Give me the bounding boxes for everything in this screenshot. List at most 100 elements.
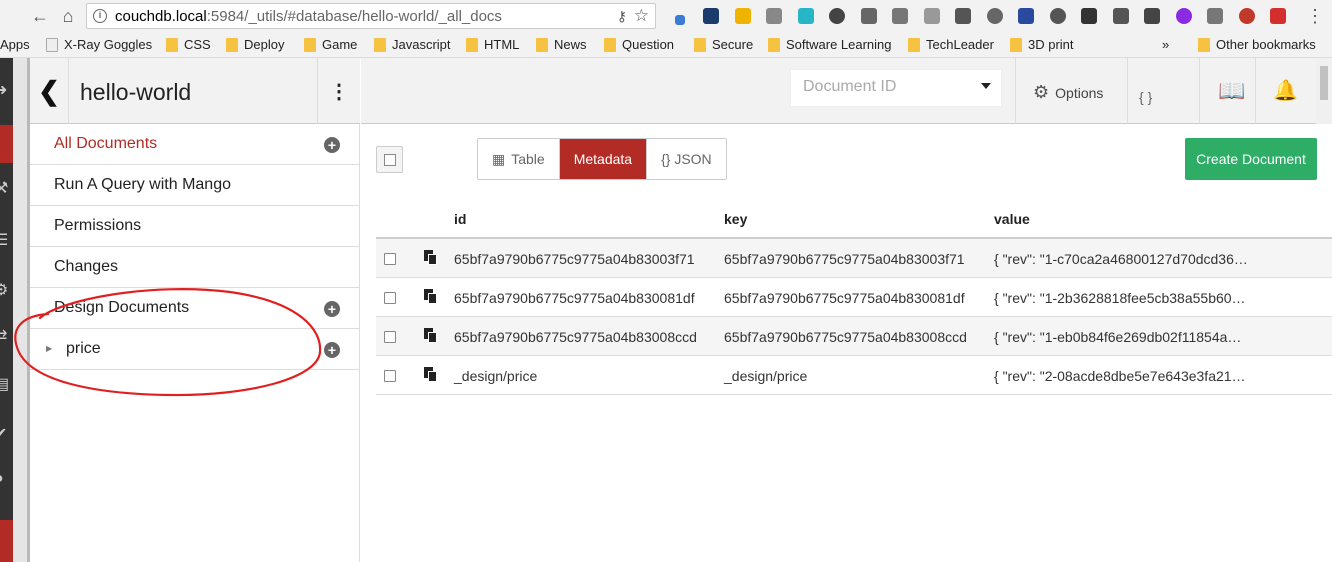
dropdown-caret-icon[interactable] [981,83,991,89]
json-api-link[interactable]: { } JSON [1139,80,1189,124]
table-row[interactable]: 65bf7a9790b6775c9775a04b830081df 65bf7a9… [376,278,1332,317]
gear-icon: ⚙ [1033,82,1050,102]
sidebar-item-changes[interactable]: Changes [30,247,360,288]
extension-icon[interactable] [822,4,854,28]
bookmark[interactable]: X-Ray Goggles [46,37,152,52]
row-checkbox[interactable] [384,331,396,343]
row-id[interactable]: _design/price [454,368,537,384]
extension-icon[interactable] [790,4,822,28]
extension-icon[interactable] [853,4,885,28]
nav-databases-active[interactable] [0,125,13,163]
arrow-right-icon[interactable]: ➜ [0,80,12,99]
extension-icon[interactable] [1200,4,1232,28]
bookmark-folder[interactable]: Question [604,37,674,52]
row-value: { "rev": "1-eb0b84f6e269db02f11854a… [994,329,1242,345]
row-value: { "rev": "1-2b3628818fee5cb38a55b60… [994,290,1246,306]
sidebar-item-design-documents[interactable]: Design Documents + [30,288,360,329]
url-path: :5984/_utils/#database/hello-world/_all_… [206,8,502,25]
extension-icon[interactable] [1011,4,1043,28]
home-icon[interactable]: ⌂ [56,4,80,28]
extension-icon[interactable] [916,4,948,28]
row-checkbox[interactable] [384,292,396,304]
extension-icon[interactable] [885,4,917,28]
add-document-icon[interactable]: + [324,137,340,153]
view-metadata-button[interactable]: Metadata [559,139,648,179]
row-checkbox[interactable] [384,370,396,382]
sidebar-item-design-price[interactable]: ▶ price + [30,329,360,370]
sidebar-item-permissions[interactable]: Permissions [30,206,360,247]
extension-icon[interactable] [1263,4,1295,28]
create-document-button[interactable]: Create Document [1185,138,1317,180]
bookmark-folder[interactable]: HTML [466,37,519,52]
bookmark-folder[interactable]: Javascript [374,37,451,52]
extension-icon[interactable] [727,4,759,28]
wrench-icon[interactable]: ⚒ [0,178,12,197]
bookmark-folder[interactable]: News [536,37,587,52]
extension-icon[interactable] [1042,4,1074,28]
extension-icon[interactable] [664,4,696,28]
bookmark-folder[interactable]: Secure [694,37,753,52]
check-icon[interactable]: ✔ [0,424,12,443]
bookmark-apps[interactable]: Apps [0,37,30,52]
list-icon[interactable]: ☰ [0,230,12,249]
folder-icon [604,37,616,52]
extension-icon[interactable] [1231,4,1263,28]
table-row[interactable]: 65bf7a9790b6775c9775a04b83008ccd 65bf7a9… [376,317,1332,356]
copy-icon[interactable] [424,250,438,265]
column-header-value: value [994,211,1030,227]
back-arrow-icon[interactable]: ← [28,4,52,28]
document-id-select[interactable]: Document ID [790,69,1002,107]
user-icon[interactable]: ● [0,470,12,488]
bookmark-folder[interactable]: Game [304,37,357,52]
bookmarks-overflow[interactable]: » [1162,37,1169,52]
extension-icon[interactable] [1137,4,1169,28]
extension-icon[interactable] [759,4,791,28]
row-checkbox[interactable] [384,253,396,265]
gear-icon[interactable]: ⚙ [0,280,12,299]
star-icon[interactable]: ☆ [634,6,649,26]
bookmark-folder[interactable]: 3D print [1010,37,1074,52]
table-row[interactable]: 65bf7a9790b6775c9775a04b83003f71 65bf7a9… [376,239,1332,278]
view-table-button[interactable]: ▦ Table [478,139,560,179]
database-menu-icon[interactable]: ⋮ [317,58,360,124]
view-json-button[interactable]: {} JSON [647,139,726,179]
bell-icon[interactable]: 🔔 [1273,78,1298,103]
row-id[interactable]: 65bf7a9790b6775c9775a04b830081df [454,290,695,306]
address-bar[interactable]: i couchdb.local:5984/_utils/#database/he… [86,3,656,29]
bookmark-folder-other[interactable]: Other bookmarks [1198,37,1316,52]
copy-icon[interactable] [424,289,438,304]
copy-icon[interactable] [424,367,438,382]
extension-icon[interactable] [1168,4,1200,28]
replication-icon[interactable]: ⇄ [0,326,12,345]
extension-icon[interactable] [1074,4,1106,28]
table-row[interactable]: _design/price _design/price { "rev": "2-… [376,356,1332,395]
select-all-checkbox[interactable] [376,146,403,173]
bookmark-folder[interactable]: Software Learning [768,37,892,52]
sidebar-item-mango-query[interactable]: Run A Query with Mango [30,165,360,206]
site-info-icon[interactable]: i [93,9,107,23]
browser-menu-icon[interactable]: ⋮ [1306,4,1324,28]
add-view-icon[interactable]: + [324,342,340,358]
back-chevron-icon[interactable]: ❮ [30,58,68,124]
browser-toolbar: ← ⌂ i couchdb.local:5984/_utils/#databas… [0,0,1332,32]
extension-icon[interactable] [979,4,1011,28]
extension-icon[interactable] [696,4,728,28]
expand-caret-icon[interactable]: ▶ [46,344,52,353]
extension-icon[interactable] [1105,4,1137,28]
row-id[interactable]: 65bf7a9790b6775c9775a04b83003f71 [454,251,695,267]
book-icon[interactable]: 📖 [1218,78,1245,104]
sidebar-item-all-documents[interactable]: All Documents + [30,124,360,165]
document-icon[interactable]: ▤ [0,374,12,393]
nav-bottom-logo [0,520,13,562]
bookmark-folder[interactable]: Deploy [226,37,284,52]
extension-icon[interactable] [948,4,980,28]
row-key: _design/price [724,368,808,384]
bookmark-folder[interactable]: CSS [166,37,211,52]
copy-icon[interactable] [424,328,438,343]
bookmark-folder[interactable]: TechLeader [908,37,994,52]
options-button[interactable]: ⚙ Options [1033,82,1103,103]
row-id[interactable]: 65bf7a9790b6775c9775a04b83008ccd [454,329,697,345]
add-design-doc-icon[interactable]: + [324,301,340,317]
key-icon[interactable]: ⚷ [617,8,627,25]
scrollbar-thumb[interactable] [1320,66,1328,100]
